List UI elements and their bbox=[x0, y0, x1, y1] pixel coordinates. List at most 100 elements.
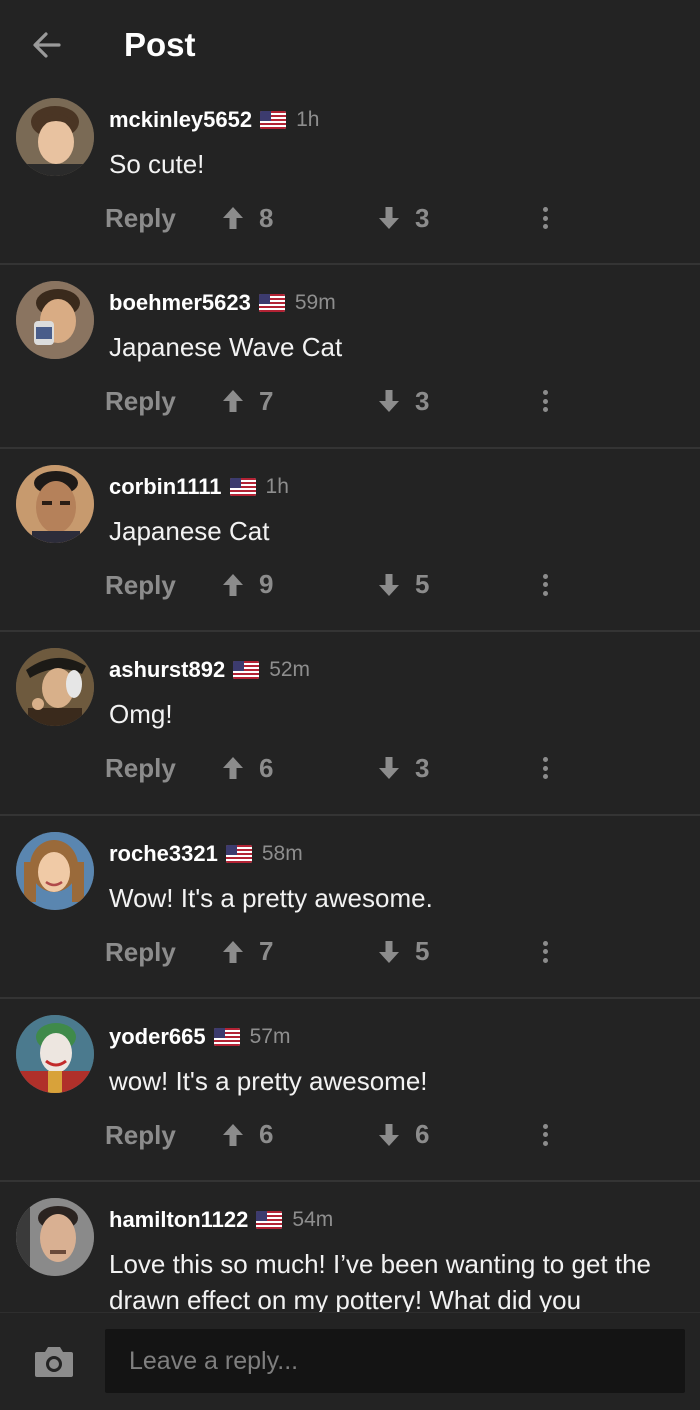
avatar[interactable] bbox=[16, 1198, 94, 1277]
avatar[interactable] bbox=[16, 1014, 94, 1093]
downvote-button[interactable]: 6 bbox=[377, 1115, 429, 1155]
us-flag-icon bbox=[233, 661, 260, 680]
arrow-up-icon bbox=[223, 1123, 243, 1146]
avatar[interactable] bbox=[16, 648, 94, 727]
comment-actions: Reply 9 5 bbox=[105, 565, 665, 605]
header: Post bbox=[0, 0, 700, 90]
comment-actions: Reply 6 6 bbox=[105, 1115, 665, 1155]
reply-button[interactable]: Reply bbox=[105, 381, 176, 421]
comment-actions: Reply 8 3 bbox=[105, 198, 665, 238]
arrow-down-icon bbox=[379, 1123, 399, 1146]
reply-button[interactable]: Reply bbox=[105, 1115, 176, 1155]
timestamp: 59m bbox=[294, 291, 336, 315]
reply-button[interactable]: Reply bbox=[105, 748, 176, 788]
comment-meta: ashurst892 52m bbox=[109, 656, 310, 684]
reply-button[interactable]: Reply bbox=[105, 198, 176, 238]
downvote-button[interactable]: 5 bbox=[377, 565, 429, 605]
downvote-button[interactable]: 3 bbox=[377, 381, 429, 421]
arrow-up-icon bbox=[223, 207, 243, 229]
downvote-button[interactable]: 3 bbox=[377, 198, 429, 238]
us-flag-icon bbox=[213, 1027, 240, 1046]
comment-item: roche3321 58m Wow! It's a pretty awesome… bbox=[0, 816, 700, 999]
comment-meta: mckinley5652 1h bbox=[109, 106, 319, 134]
timestamp: 58m bbox=[261, 841, 303, 865]
arrow-left-icon bbox=[33, 32, 61, 58]
camera-icon bbox=[35, 1347, 73, 1377]
us-flag-icon bbox=[256, 1211, 283, 1230]
timestamp: 1h bbox=[296, 108, 320, 131]
comment-meta: roche3321 58m bbox=[109, 840, 303, 868]
username[interactable]: yoder665 bbox=[109, 1024, 206, 1050]
upvote-count: 9 bbox=[259, 569, 274, 600]
arrow-down-icon bbox=[379, 940, 399, 963]
comment-item: ashurst892 52m Omg! Reply 6 3 bbox=[0, 632, 700, 816]
comment-text: Japanese Cat bbox=[109, 515, 270, 546]
arrow-up-icon bbox=[223, 940, 243, 963]
more-options-icon[interactable] bbox=[535, 202, 555, 234]
avatar-image bbox=[16, 1198, 94, 1277]
comment-text: Japanese Wave Cat bbox=[109, 332, 343, 363]
downvote-count: 3 bbox=[415, 202, 430, 233]
arrow-up-icon bbox=[223, 390, 243, 413]
us-flag-icon bbox=[229, 477, 256, 496]
username[interactable]: corbin1111 bbox=[109, 474, 222, 500]
more-options-icon[interactable] bbox=[535, 385, 555, 417]
comment-item: mckinley5652 1h So cute! Reply 8 3 bbox=[0, 82, 700, 266]
avatar[interactable] bbox=[16, 831, 94, 910]
comment-text: Love this so much! I’ve been wanting to … bbox=[109, 1249, 652, 1312]
comment-item: hamilton1122 54m Love this so much! I’ve… bbox=[0, 1182, 700, 1312]
upvote-button[interactable]: 8 bbox=[221, 198, 273, 238]
downvote-button[interactable]: 5 bbox=[377, 932, 429, 972]
reply-input[interactable] bbox=[105, 1329, 685, 1393]
avatar-image bbox=[16, 281, 94, 360]
upvote-button[interactable]: 7 bbox=[221, 381, 273, 421]
comment-text: So cute! bbox=[109, 149, 205, 179]
upvote-count: 6 bbox=[259, 752, 274, 783]
comment-meta: corbin1111 1h bbox=[109, 473, 289, 501]
more-options-icon[interactable] bbox=[535, 1119, 555, 1151]
downvote-count: 5 bbox=[415, 936, 430, 967]
us-flag-icon bbox=[258, 294, 285, 313]
comment-meta: yoder665 57m bbox=[109, 1023, 290, 1051]
upvote-button[interactable]: 9 bbox=[221, 565, 273, 605]
username[interactable]: ashurst892 bbox=[109, 657, 225, 683]
downvote-count: 3 bbox=[415, 385, 430, 416]
upvote-button[interactable]: 7 bbox=[221, 932, 273, 972]
more-options-icon[interactable] bbox=[535, 936, 555, 968]
downvote-button[interactable]: 3 bbox=[377, 748, 429, 788]
username[interactable]: mckinley5652 bbox=[109, 107, 252, 133]
avatar[interactable] bbox=[16, 98, 94, 176]
us-flag-icon bbox=[260, 111, 287, 129]
avatar-image bbox=[16, 1014, 94, 1093]
arrow-down-icon bbox=[379, 757, 399, 780]
avatar[interactable] bbox=[16, 281, 94, 360]
us-flag-icon bbox=[225, 844, 252, 863]
more-options-icon[interactable] bbox=[535, 569, 555, 601]
upvote-button[interactable]: 6 bbox=[221, 748, 273, 788]
arrow-down-icon bbox=[379, 573, 399, 596]
page-title: Post bbox=[124, 26, 196, 63]
arrow-up-icon bbox=[223, 757, 243, 780]
comment-meta: boehmer5623 59m bbox=[109, 289, 336, 317]
upvote-button[interactable]: 6 bbox=[221, 1115, 273, 1155]
camera-button[interactable] bbox=[30, 1337, 78, 1385]
comment-actions: Reply 7 5 bbox=[105, 932, 665, 972]
reply-button[interactable]: Reply bbox=[105, 932, 176, 972]
downvote-count: 3 bbox=[415, 752, 430, 783]
username[interactable]: roche3321 bbox=[109, 841, 218, 867]
avatar[interactable] bbox=[16, 464, 94, 543]
username[interactable]: hamilton1122 bbox=[109, 1207, 248, 1233]
username[interactable]: boehmer5623 bbox=[109, 290, 251, 316]
more-options-icon[interactable] bbox=[535, 752, 555, 784]
comment-text: Wow! It's a pretty awesome. bbox=[109, 882, 433, 913]
upvote-count: 7 bbox=[259, 936, 274, 967]
avatar-image bbox=[16, 831, 94, 910]
comment-actions: Reply 7 3 bbox=[105, 381, 665, 421]
back-button[interactable] bbox=[26, 24, 68, 66]
comment-item: yoder665 57m wow! It's a pretty awesome!… bbox=[0, 999, 700, 1183]
comment-list[interactable]: mckinley5652 1h So cute! Reply 8 3 boehm… bbox=[0, 82, 700, 1312]
arrow-down-icon bbox=[379, 207, 399, 229]
upvote-count: 6 bbox=[259, 1119, 274, 1150]
reply-button[interactable]: Reply bbox=[105, 565, 176, 605]
comment-text: Omg! bbox=[109, 699, 173, 730]
